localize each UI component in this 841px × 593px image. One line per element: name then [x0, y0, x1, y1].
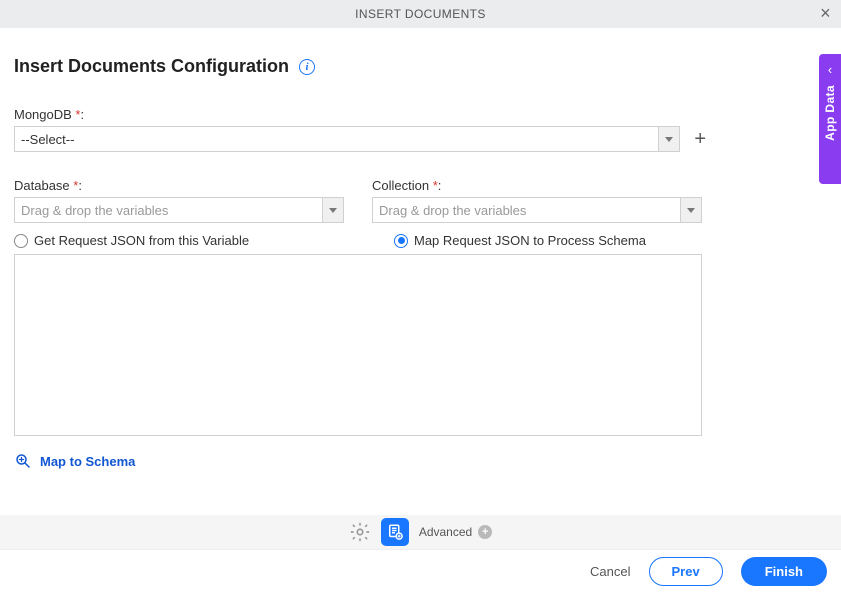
- radio-icon: [14, 234, 28, 248]
- dialog-footer: Cancel Prev Finish: [0, 549, 841, 593]
- database-label: Database *:: [14, 178, 344, 193]
- chevron-left-icon: ‹: [828, 62, 832, 77]
- gear-icon[interactable]: [349, 521, 371, 543]
- chevron-down-icon: [687, 208, 695, 213]
- chevron-down-icon: [665, 137, 673, 142]
- cancel-button[interactable]: Cancel: [590, 564, 630, 579]
- radio-icon: [394, 234, 408, 248]
- database-select[interactable]: [14, 197, 344, 223]
- close-icon[interactable]: ×: [820, 4, 831, 22]
- collection-label: Collection *:: [372, 178, 702, 193]
- map-to-schema-button[interactable]: Map to Schema: [14, 452, 135, 470]
- chevron-down-icon: [329, 208, 337, 213]
- radio-map-request-json-label: Map Request JSON to Process Schema: [414, 233, 646, 248]
- add-mongodb-button[interactable]: +: [690, 129, 710, 149]
- advanced-label: Advanced: [419, 525, 472, 539]
- app-data-label: App Data: [823, 85, 837, 141]
- radio-map-request-json[interactable]: Map Request JSON to Process Schema: [394, 233, 646, 248]
- radio-get-request-json[interactable]: Get Request JSON from this Variable: [14, 233, 394, 248]
- page-title: Insert Documents Configuration: [14, 56, 289, 77]
- search-schema-icon: [14, 452, 32, 470]
- mongodb-label: MongoDB *:: [14, 107, 827, 122]
- schema-mapping-area[interactable]: [14, 254, 702, 436]
- prev-button[interactable]: Prev: [649, 557, 723, 586]
- finish-button[interactable]: Finish: [741, 557, 827, 586]
- page-heading-row: Insert Documents Configuration i: [14, 56, 827, 77]
- radio-get-request-json-label: Get Request JSON from this Variable: [34, 233, 249, 248]
- collection-select[interactable]: [372, 197, 702, 223]
- database-dropdown-button[interactable]: [322, 197, 344, 223]
- advanced-toggle[interactable]: Advanced +: [419, 525, 492, 539]
- app-data-side-panel[interactable]: ‹ App Data: [819, 54, 841, 184]
- dialog-title: INSERT DOCUMENTS: [355, 7, 486, 21]
- database-input[interactable]: [14, 197, 322, 223]
- mongodb-dropdown-button[interactable]: [658, 126, 680, 152]
- collection-dropdown-button[interactable]: [680, 197, 702, 223]
- mongodb-select[interactable]: [14, 126, 680, 152]
- collection-input[interactable]: [372, 197, 680, 223]
- info-icon[interactable]: i: [299, 59, 315, 75]
- map-to-schema-label: Map to Schema: [40, 454, 135, 469]
- mongodb-input[interactable]: [14, 126, 658, 152]
- dialog-titlebar: INSERT DOCUMENTS ×: [0, 0, 841, 28]
- document-add-icon[interactable]: [381, 518, 409, 546]
- plus-icon: +: [478, 525, 492, 539]
- bottom-toolbar: Advanced +: [0, 515, 841, 549]
